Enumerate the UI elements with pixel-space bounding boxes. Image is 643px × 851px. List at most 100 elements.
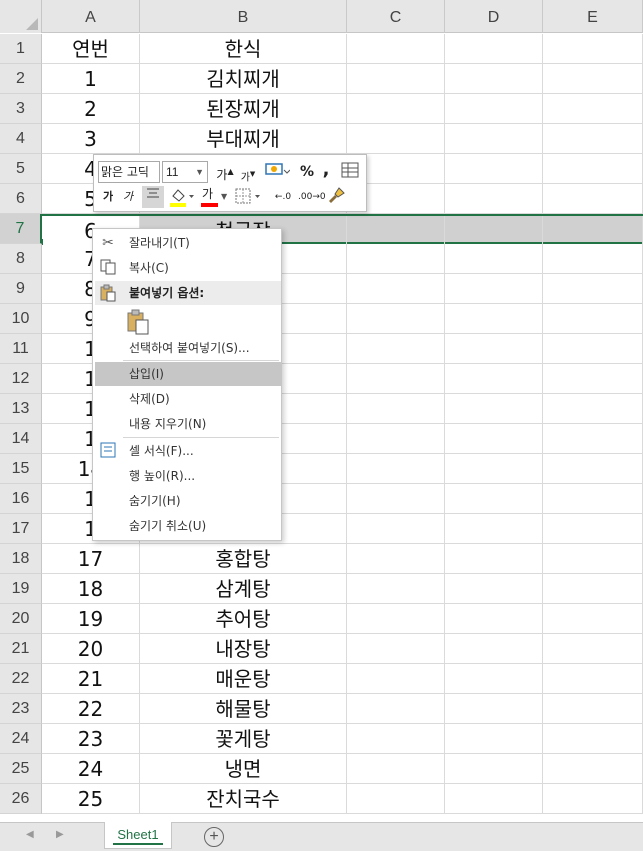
grow-font-button[interactable]: 가▲ [214,161,236,183]
cell-e[interactable] [543,94,643,123]
row-header[interactable]: 25 [0,754,42,784]
format-painter-button[interactable] [326,186,348,208]
cell-d[interactable] [445,694,543,723]
column-header-d[interactable]: D [445,0,543,33]
row-header[interactable]: 12 [0,364,42,394]
menu-item-row-height[interactable]: 행 높이(R)... [93,464,281,488]
paste-option-button[interactable] [125,309,151,335]
cell-e[interactable] [543,364,643,393]
cell-d[interactable] [445,724,543,753]
cell-c[interactable] [347,724,445,753]
column-header-a[interactable]: A [42,0,140,33]
cell-b[interactable]: 김치찌개 [140,64,347,93]
cell-c[interactable] [347,124,445,153]
row-header[interactable]: 3 [0,94,42,124]
row-header[interactable]: 17 [0,514,42,544]
font-name-box[interactable]: 맑은 고딕 [98,161,160,183]
scroll-left-icon[interactable]: ◀ [26,829,34,840]
cell-e[interactable] [543,784,643,813]
row-header[interactable]: 15 [0,454,42,484]
cell-c[interactable] [347,216,445,245]
row-header[interactable]: 2 [0,64,42,94]
font-color-button[interactable]: 가 ▼ [200,186,230,208]
cell-a[interactable]: 20 [42,634,140,663]
row-header[interactable]: 16 [0,484,42,514]
cell-c[interactable] [347,94,445,123]
row-header[interactable]: 10 [0,304,42,334]
select-all-corner[interactable] [0,0,42,33]
cell-e[interactable] [543,34,643,63]
cell-c[interactable] [347,454,445,483]
cell-c[interactable] [347,334,445,363]
cell-c[interactable] [347,394,445,423]
cell-e[interactable] [543,334,643,363]
cell-c[interactable] [347,604,445,633]
italic-button[interactable]: 가 [120,186,136,208]
cell-d[interactable] [445,634,543,663]
cell-d[interactable] [445,754,543,783]
cell-d[interactable] [445,304,543,333]
cell-c[interactable] [347,424,445,453]
cell-e[interactable] [543,514,643,543]
cell-c[interactable] [347,244,445,273]
row-header[interactable]: 22 [0,664,42,694]
cell-e[interactable] [543,604,643,633]
cell-b[interactable]: 꽃게탕 [140,724,347,753]
cell-c[interactable] [347,574,445,603]
row-header[interactable]: 7 [0,214,42,244]
bold-button[interactable]: 가 [100,186,116,208]
cell-b[interactable]: 한식 [140,34,347,63]
row-header[interactable]: 23 [0,694,42,724]
cell-d[interactable] [445,94,543,123]
cell-b[interactable]: 부대찌개 [140,124,347,153]
cell-c[interactable] [347,364,445,393]
cell-b[interactable]: 추어탕 [140,604,347,633]
cell-c[interactable] [347,664,445,693]
cell-d[interactable] [445,604,543,633]
menu-item-insert[interactable]: 삽입(I) [95,362,281,386]
cell-b[interactable]: 내장탕 [140,634,347,663]
cell-b[interactable]: 매운탕 [140,664,347,693]
comma-style-button[interactable]: , [320,159,332,181]
row-header[interactable]: 9 [0,274,42,304]
row-header[interactable]: 13 [0,394,42,424]
cell-e[interactable] [543,424,643,453]
cell-c[interactable] [347,544,445,573]
cell-d[interactable] [445,544,543,573]
increase-decimal-button[interactable]: ←.0 [270,186,296,208]
cell-b[interactable]: 해물탕 [140,694,347,723]
cell-d[interactable] [445,216,543,245]
cell-c[interactable] [347,694,445,723]
row-header[interactable]: 21 [0,634,42,664]
cell-a[interactable]: 22 [42,694,140,723]
percent-style-button[interactable]: % [298,161,316,183]
cell-c[interactable] [347,274,445,303]
cell-e[interactable] [543,304,643,333]
cell-d[interactable] [445,154,543,183]
cell-a[interactable]: 3 [42,124,140,153]
accounting-format-button[interactable] [262,161,292,183]
cell-d[interactable] [445,34,543,63]
row-header[interactable]: 18 [0,544,42,574]
sheet-tab[interactable]: Sheet1 [104,822,172,849]
column-header-e[interactable]: E [543,0,643,33]
cell-e[interactable] [543,216,643,245]
row-header[interactable]: 19 [0,574,42,604]
cell-e[interactable] [543,124,643,153]
scroll-right-icon[interactable]: ▶ [56,829,64,840]
cell-d[interactable] [445,514,543,543]
cell-d[interactable] [445,424,543,453]
cell-a[interactable]: 17 [42,544,140,573]
cell-e[interactable] [543,394,643,423]
cell-d[interactable] [445,64,543,93]
cell-e[interactable] [543,244,643,273]
menu-item-delete[interactable]: 삭제(D) [93,387,281,411]
cell-a[interactable]: 23 [42,724,140,753]
cell-c[interactable] [347,634,445,663]
cell-d[interactable] [445,454,543,483]
column-header-c[interactable]: C [347,0,445,33]
row-header[interactable]: 26 [0,784,42,814]
row-header[interactable]: 6 [0,184,42,214]
menu-item-paste-special[interactable]: 선택하여 붙여넣기(S)... [93,336,281,360]
cell-e[interactable] [543,664,643,693]
